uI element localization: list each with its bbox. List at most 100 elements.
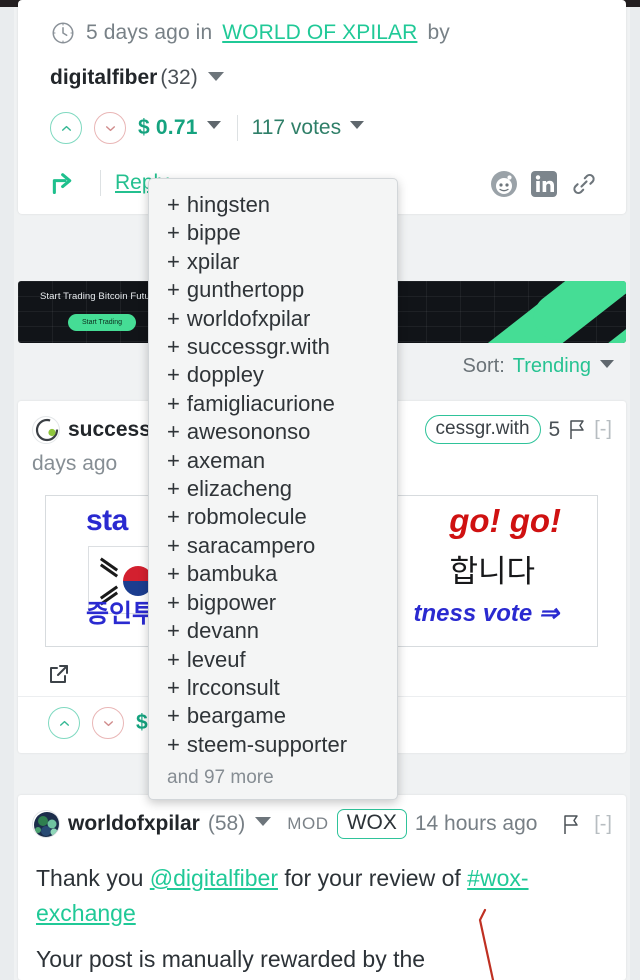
voter-name: lrcconsult xyxy=(186,674,280,700)
comment-card-2: worldofxpilar (58) MOD WOX 14 hours ago … xyxy=(18,795,626,980)
plus-icon: + xyxy=(167,674,180,700)
voter-name: gunthertopp xyxy=(186,277,305,303)
link-icon[interactable] xyxy=(570,170,598,198)
voter-item[interactable]: + devann xyxy=(149,617,397,645)
voter-name: devann xyxy=(186,618,260,644)
linkedin-icon[interactable] xyxy=(530,170,558,198)
sort-chevron-down-icon[interactable] xyxy=(600,359,614,368)
comment-1-tag-pill[interactable]: cessgr.with xyxy=(424,415,541,444)
comment-1-count: 5 xyxy=(548,417,561,441)
comment-2-trail-name: World of Xpilar Community Curation Trail xyxy=(18,973,626,980)
share-icon[interactable] xyxy=(50,170,80,196)
promo-vote-text: tness vote ⇒ xyxy=(413,600,560,627)
vote-divider xyxy=(236,115,238,141)
voter-item[interactable]: + leveuf xyxy=(149,646,397,674)
post-vote-row: $ 0.71 117 votes xyxy=(18,90,626,144)
upvote-button[interactable] xyxy=(50,112,82,144)
avatar[interactable] xyxy=(32,415,60,444)
voter-name: beargame xyxy=(186,703,286,729)
plus-icon: + xyxy=(167,589,180,615)
voter-item[interactable]: + steem-supporter xyxy=(149,731,397,759)
plus-icon: + xyxy=(167,703,180,729)
community-link[interactable]: WORLD OF XPILAR xyxy=(222,21,417,45)
voter-item[interactable]: + lrcconsult xyxy=(149,674,397,702)
promo-go-text: go! go! xyxy=(449,502,561,539)
plus-icon: + xyxy=(167,192,180,217)
comment-2-chevron-down-icon[interactable] xyxy=(255,816,272,826)
voter-item[interactable]: + bigpower xyxy=(149,589,397,617)
downvote-button[interactable] xyxy=(94,112,126,144)
post-votes-count[interactable]: 117 votes xyxy=(252,116,342,140)
comment-1-downvote-button[interactable] xyxy=(92,707,124,739)
app-root: 5 days ago in WORLD OF XPILAR by digital… xyxy=(0,0,640,980)
voter-item[interactable]: + axeman xyxy=(149,447,397,475)
voter-item[interactable]: + awesononso xyxy=(149,418,397,446)
right-gutter xyxy=(630,7,640,980)
voter-name: robmolecule xyxy=(186,504,307,530)
mention-link[interactable]: @digitalfiber xyxy=(150,865,278,891)
voter-item[interactable]: + famigliacurione xyxy=(149,390,397,418)
sort-value[interactable]: Trending xyxy=(513,355,591,378)
plus-icon: + xyxy=(167,277,180,303)
voters-dropdown-panel[interactable]: + hingsten + bippe + xpilar + gunthertopp + world… xyxy=(148,178,398,800)
comment-2-author[interactable]: worldofxpilar xyxy=(68,812,200,836)
comment-2-text-a: Thank you xyxy=(36,865,150,891)
voter-item[interactable]: + saracampero xyxy=(149,532,397,560)
plus-icon: + xyxy=(167,419,180,445)
comment-2-collapse-toggle[interactable]: [-] xyxy=(594,813,612,836)
comment-2-community-pill[interactable]: WOX xyxy=(336,809,407,839)
voter-name: awesononso xyxy=(186,419,311,445)
plus-icon: + xyxy=(167,220,180,246)
post-author-reputation: (32) xyxy=(160,66,198,89)
comment-2-reputation: (58) xyxy=(207,812,246,835)
sort-control[interactable]: Sort: Trending xyxy=(463,355,614,378)
voter-item[interactable]: + gunthertopp xyxy=(149,276,397,304)
voter-item[interactable]: + bambuka xyxy=(149,560,397,588)
voter-name: successgr.with xyxy=(186,334,330,360)
flag-icon[interactable] xyxy=(562,814,580,835)
comment-2-paragraph-1: Thank you @digitalfiber for your review … xyxy=(18,839,626,930)
plus-icon: + xyxy=(167,390,180,416)
voter-item[interactable]: + bippe xyxy=(149,219,397,247)
voter-name: steem-supporter xyxy=(186,731,348,757)
payout-chevron-down-icon[interactable] xyxy=(206,121,221,129)
post-payout-value[interactable]: $ 0.71 xyxy=(138,116,198,140)
voter-item[interactable]: + successgr.with xyxy=(149,333,397,361)
chevron-down-icon[interactable] xyxy=(207,72,224,81)
external-link-icon[interactable] xyxy=(48,663,70,685)
comment-2-text-b: for your review of xyxy=(277,865,468,891)
avatar[interactable] xyxy=(32,810,60,838)
voter-item[interactable]: + hingsten xyxy=(149,191,397,219)
reddit-icon[interactable] xyxy=(490,170,518,198)
post-author-name[interactable]: digitalfiber xyxy=(50,66,157,90)
voter-name: elizacheng xyxy=(186,476,293,502)
plus-icon: + xyxy=(167,532,180,558)
voter-item[interactable]: + robmolecule xyxy=(149,503,397,531)
promo-line-3: 증인투 xyxy=(86,600,156,628)
voter-item[interactable]: + worldofxpilar xyxy=(149,305,397,333)
comment-1-upvote-button[interactable] xyxy=(48,707,80,739)
by-text: by xyxy=(427,21,450,44)
plus-icon: + xyxy=(167,504,180,530)
voters-list: + hingsten + bippe + xpilar + gunthertopp + world… xyxy=(149,191,397,759)
comment-2-time: 14 hours ago xyxy=(414,812,538,835)
votes-chevron-down-icon[interactable] xyxy=(350,121,365,129)
voter-item[interactable]: + elizacheng xyxy=(149,475,397,503)
voters-more-label: and 97 more xyxy=(167,767,274,789)
voter-item[interactable]: + beargame xyxy=(149,702,397,730)
voter-item[interactable]: + doppley xyxy=(149,361,397,389)
ad-cta-button[interactable]: Start Trading xyxy=(68,314,136,331)
comment-2-paragraph-2: Your post is manually rewarded by the xyxy=(36,946,426,972)
voter-name: leveuf xyxy=(186,646,246,672)
flag-icon[interactable] xyxy=(568,419,586,440)
post-meta-row: 5 days ago in WORLD OF XPILAR by xyxy=(18,12,626,46)
plus-icon: + xyxy=(167,447,180,473)
comment-2-mod-label: MOD xyxy=(287,814,329,833)
post-time-text: 5 days ago in xyxy=(86,21,213,44)
voter-item[interactable]: + xpilar xyxy=(149,248,397,276)
sort-label: Sort: xyxy=(462,355,505,377)
voter-name: bigpower xyxy=(186,589,277,615)
comment-1-collapse-toggle[interactable]: [-] xyxy=(594,418,612,441)
voter-name: bippe xyxy=(186,220,241,246)
plus-icon: + xyxy=(167,248,180,274)
